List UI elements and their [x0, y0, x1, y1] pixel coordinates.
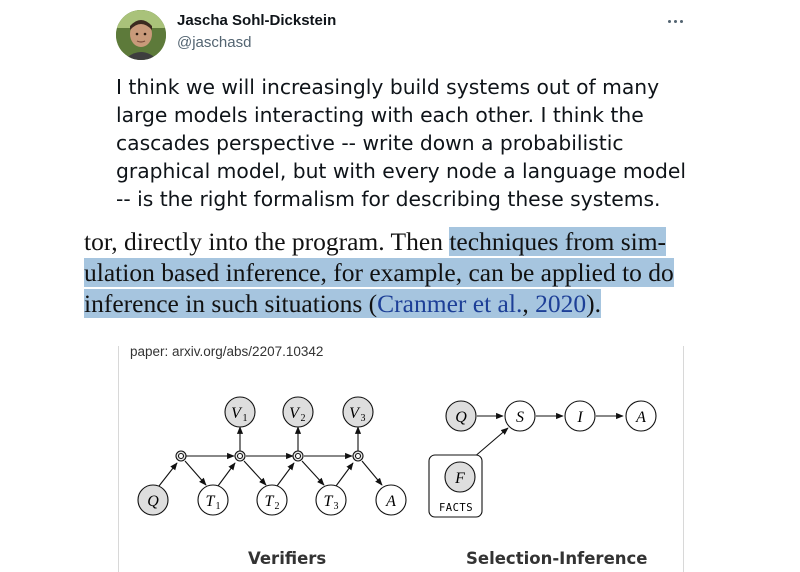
svg-text:I: I: [576, 409, 583, 426]
verifier-node-q: Q: [137, 484, 169, 516]
svg-text:2: 2: [301, 413, 306, 424]
svg-text:3: 3: [361, 413, 366, 424]
svg-text:S: S: [516, 409, 524, 426]
cascade-diagrams: V 1 V 2 V 3 Q T 1 T 2 T 3 A Q S I A F FA…: [137, 396, 657, 518]
svg-text:Q: Q: [455, 409, 467, 426]
svg-text:T: T: [206, 493, 216, 510]
si-facts-box: F FACTS: [428, 454, 483, 518]
verifier-node-t3: T 3: [315, 484, 347, 516]
selection-inference-edges: [472, 412, 624, 459]
svg-text:A: A: [385, 493, 396, 510]
verifier-node-t1: T 1: [197, 484, 229, 516]
svg-text:2: 2: [275, 501, 280, 512]
svg-text:T: T: [324, 493, 334, 510]
verifiers-edges: [158, 426, 383, 487]
verifier-node-t2: T 2: [256, 484, 288, 516]
svg-text:1: 1: [216, 501, 221, 512]
svg-text:1: 1: [243, 413, 248, 424]
si-node-s: S: [504, 400, 536, 432]
si-node-a: A: [625, 400, 657, 432]
verifier-node-a: A: [375, 484, 407, 516]
si-node-i: I: [564, 400, 596, 432]
svg-text:A: A: [635, 409, 646, 426]
svg-text:FACTS: FACTS: [439, 502, 473, 514]
svg-text:F: F: [454, 470, 465, 487]
verifier-node-v2: V 2: [282, 396, 314, 428]
verifier-node-v1: V 1: [224, 396, 256, 428]
svg-text:3: 3: [334, 501, 339, 512]
selection-inference-caption: Selection-Inference: [466, 549, 648, 568]
si-node-q: Q: [445, 400, 477, 432]
svg-text:Q: Q: [147, 493, 159, 510]
verifier-node-v3: V 3: [342, 396, 374, 428]
verifiers-caption: Verifiers: [248, 549, 327, 568]
svg-text:T: T: [265, 493, 275, 510]
